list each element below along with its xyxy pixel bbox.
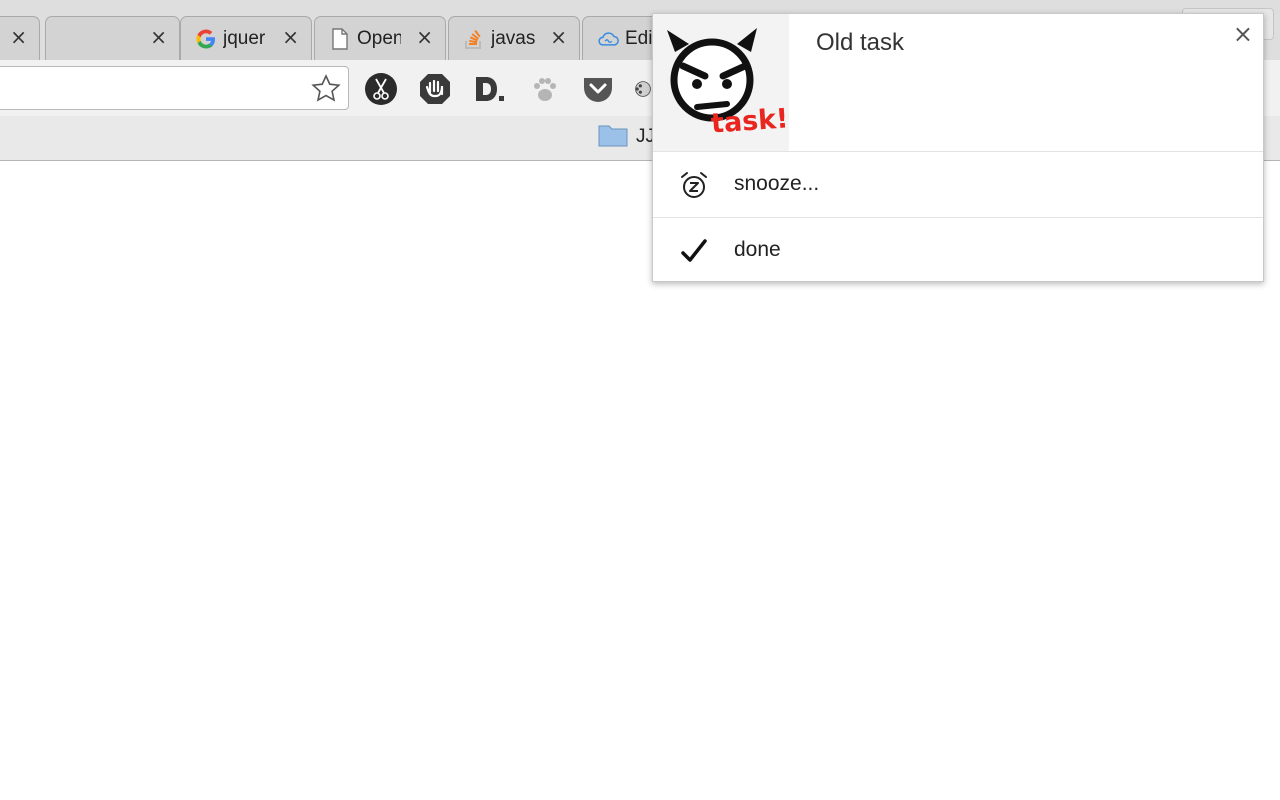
dictionary-extension-icon[interactable]	[472, 72, 506, 106]
notification-title: Old task	[816, 29, 905, 56]
folder-icon[interactable]	[598, 123, 628, 147]
document-icon	[329, 27, 351, 50]
tab-0[interactable]: ×	[0, 16, 40, 60]
done-label: done	[734, 238, 781, 261]
bookmark-star-icon[interactable]	[310, 73, 342, 105]
scissors-extension-icon[interactable]	[364, 72, 398, 106]
tab-1[interactable]: ×	[45, 16, 180, 60]
tab-close-button[interactable]: ×	[550, 27, 567, 47]
google-icon	[195, 28, 217, 50]
notification-header: task! Old task ×	[653, 14, 1263, 152]
cloud-icon	[597, 28, 619, 50]
tab-title: jquer	[223, 27, 266, 49]
tab-google[interactable]: jquer ×	[180, 16, 312, 60]
snooze-button[interactable]: snooze...	[653, 152, 1263, 218]
checkmark-icon	[681, 239, 707, 262]
alarm-clock-icon	[681, 172, 707, 198]
tab-close-button[interactable]: ×	[416, 27, 433, 47]
paw-extension-icon[interactable]	[528, 72, 562, 106]
film-reel-extension-icon[interactable]	[634, 72, 652, 106]
tab-close-button[interactable]: ×	[150, 27, 167, 47]
tab-title: javas	[491, 27, 535, 49]
notification-popup: task! Old task × snooze... done	[652, 13, 1264, 282]
pocket-extension-icon[interactable]	[581, 72, 615, 106]
tab-close-button[interactable]: ×	[10, 27, 27, 47]
stackoverflow-icon	[463, 28, 485, 50]
address-bar[interactable]	[0, 66, 349, 110]
snooze-label: snooze...	[734, 172, 820, 195]
tab-javas[interactable]: javas ×	[448, 16, 580, 60]
tab-open[interactable]: Open ×	[314, 16, 446, 60]
close-button[interactable]: ×	[1233, 22, 1253, 46]
done-button[interactable]: done	[653, 218, 1263, 283]
hand-stop-extension-icon[interactable]	[418, 72, 452, 106]
tab-close-button[interactable]: ×	[282, 27, 299, 47]
icon-logo-text: task!	[710, 103, 790, 140]
devil-face-icon: task!	[653, 14, 789, 151]
tab-title: Open	[357, 27, 401, 49]
